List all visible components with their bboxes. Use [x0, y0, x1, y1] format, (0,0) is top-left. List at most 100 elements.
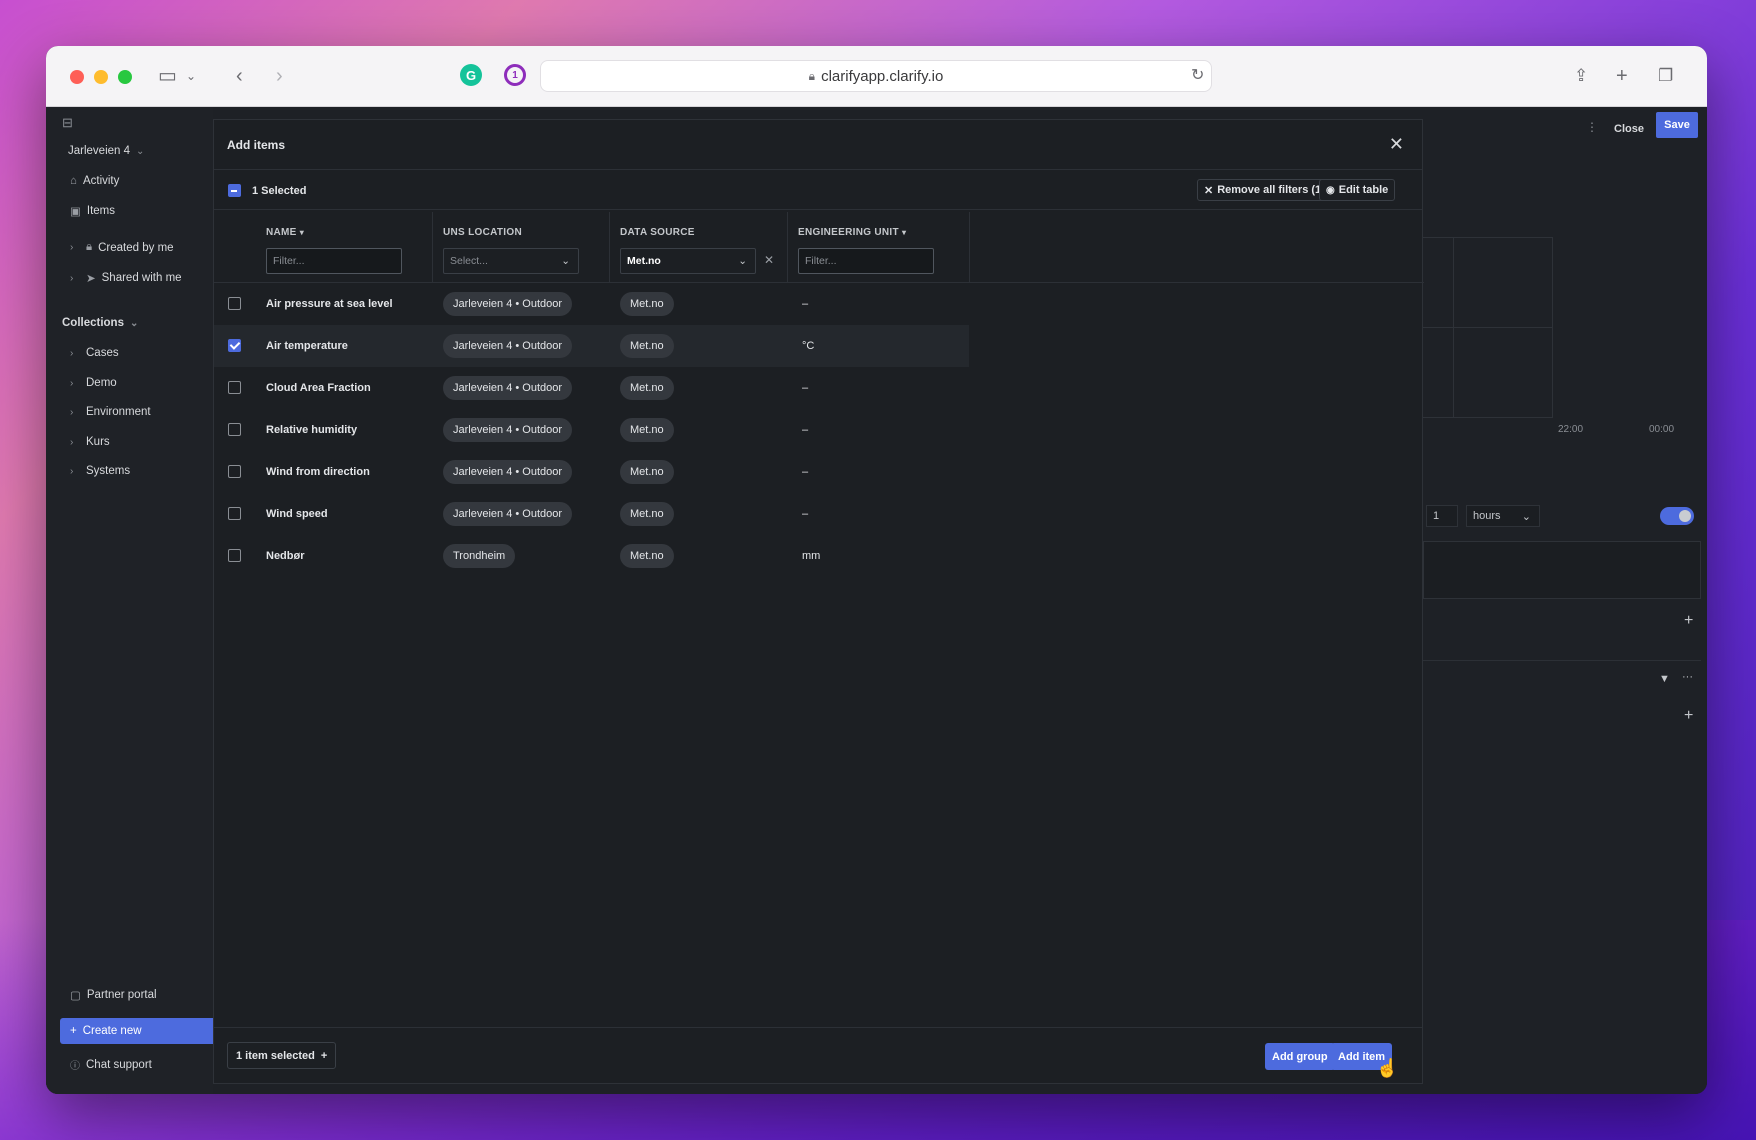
- interval-value-input[interactable]: 1: [1426, 505, 1458, 527]
- share-icon[interactable]: ⇪: [1574, 64, 1588, 88]
- select-all-checkbox[interactable]: [228, 184, 241, 197]
- item-name[interactable]: Air pressure at sea level: [266, 298, 393, 310]
- reload-icon[interactable]: ↻: [1191, 64, 1204, 88]
- remove-filters-label: Remove all filters (1): [1217, 184, 1325, 196]
- plus-icon: +: [320, 1049, 328, 1062]
- pointer-cursor-icon: ☝: [1376, 1058, 1399, 1078]
- back-icon[interactable]: ‹: [236, 64, 243, 88]
- row-checkbox[interactable]: [228, 465, 241, 478]
- sidebar-item-shared-with-me[interactable]: › ➤ Shared with me: [70, 271, 182, 285]
- minimize-window-button[interactable]: [94, 70, 108, 84]
- sidebar: ⊟ Jarleveien 4 ⌄ ⌂ Activity ▣ Items › 🔒︎…: [46, 107, 213, 1094]
- row-checkbox[interactable]: [228, 339, 241, 352]
- add-icon[interactable]: +: [1684, 707, 1693, 725]
- clear-filter-icon[interactable]: ✕: [764, 253, 774, 267]
- zoom-window-button[interactable]: [118, 70, 132, 84]
- item-name[interactable]: Air temperature: [266, 340, 348, 352]
- more-options-icon[interactable]: ···: [1682, 671, 1693, 683]
- chat-support-link[interactable]: ⓘ Chat support: [70, 1057, 152, 1073]
- engineering-unit: –: [802, 508, 809, 520]
- filter-icon[interactable]: ▼: [1659, 673, 1670, 685]
- password-manager-extension-icon[interactable]: 1: [504, 64, 526, 86]
- lock-icon: 🔒︎: [86, 241, 93, 253]
- home-icon: ⌂: [70, 175, 77, 187]
- column-header-uns-location[interactable]: UNS LOCATION: [443, 227, 522, 238]
- collections-label: Collections: [62, 317, 124, 329]
- collection-item[interactable]: › Kurs: [70, 436, 110, 448]
- column-separator: [787, 212, 788, 282]
- grammarly-extension-icon[interactable]: G: [460, 64, 482, 86]
- row-checkbox[interactable]: [228, 423, 241, 436]
- column-header-name[interactable]: NAME ▾: [266, 227, 304, 238]
- tab-overview-icon[interactable]: ❐: [1658, 64, 1673, 88]
- item-name[interactable]: Wind speed: [266, 508, 328, 520]
- location-select[interactable]: Select... ⌄: [443, 248, 579, 274]
- chevron-right-icon: ›: [70, 465, 74, 477]
- column-header-label: UNS LOCATION: [443, 227, 522, 238]
- collection-label: Systems: [86, 465, 131, 477]
- close-icon[interactable]: ✕: [1389, 134, 1404, 155]
- background-save-button[interactable]: Save: [1656, 112, 1698, 138]
- collection-item[interactable]: › Demo: [70, 377, 117, 389]
- chevron-right-icon: ›: [70, 436, 74, 448]
- sidebar-toggle-icon[interactable]: ▭: [158, 64, 177, 88]
- add-group-button[interactable]: Add group: [1265, 1043, 1335, 1070]
- location-chip: Trondheim: [443, 544, 516, 568]
- new-tab-icon[interactable]: +: [1616, 64, 1628, 88]
- item-name[interactable]: Cloud Area Fraction: [266, 382, 371, 394]
- data-source-chip: Met.no: [620, 292, 674, 316]
- chat-support-label: Chat support: [86, 1058, 152, 1071]
- unit-filter-input[interactable]: Filter...: [798, 248, 934, 274]
- partner-portal-link[interactable]: ▢ Partner portal: [70, 988, 157, 1002]
- table-row[interactable]: Wind from direction Jarleveien 4 • Outdoo…: [214, 451, 969, 493]
- table-row[interactable]: Cloud Area Fraction Jarleveien 4 • Outdoo…: [214, 367, 969, 409]
- item-name[interactable]: Wind from direction: [266, 466, 370, 478]
- name-filter-input[interactable]: Filter...: [266, 248, 402, 274]
- remove-all-filters-button[interactable]: ✕ Remove all filters (1): [1197, 179, 1332, 201]
- background-toggle[interactable]: [1660, 507, 1694, 525]
- address-bar[interactable]: 🔒︎ clarifyapp.clarify.io: [540, 60, 1212, 92]
- location-chip: Jarleveien 4 • Outdoor: [443, 418, 573, 442]
- background-close-button[interactable]: Close: [1614, 123, 1644, 135]
- interval-unit-select[interactable]: hours ⌄: [1466, 505, 1540, 527]
- column-header-data-source[interactable]: DATA SOURCE: [620, 227, 695, 238]
- chevron-down-icon[interactable]: ⌄: [186, 64, 196, 88]
- row-checkbox[interactable]: [228, 549, 241, 562]
- info-icon: ⓘ: [70, 1061, 80, 1072]
- dialog-footer: 1 item selected +: [214, 1027, 1422, 1083]
- table-row[interactable]: Air pressure at sea level Jarleveien 4 • …: [214, 283, 969, 325]
- engineering-unit: –: [802, 382, 809, 394]
- row-checkbox[interactable]: [228, 297, 241, 310]
- more-options-icon[interactable]: ⋮: [1586, 120, 1598, 134]
- sidebar-item-created-by-me[interactable]: › 🔒︎ Created by me: [70, 241, 174, 254]
- collection-item[interactable]: › Systems: [70, 465, 130, 477]
- close-window-button[interactable]: [70, 70, 84, 84]
- item-selected-button[interactable]: 1 item selected +: [227, 1042, 337, 1069]
- collection-item[interactable]: › Environment: [70, 406, 151, 418]
- background-text-area[interactable]: [1423, 541, 1701, 599]
- edit-table-button[interactable]: ◉ Edit table: [1319, 179, 1396, 201]
- table-row[interactable]: Relative humidity Jarleveien 4 • Outdoor M…: [214, 409, 969, 451]
- table-row[interactable]: Air temperature Jarleveien 4 • Outdoor Met…: [214, 325, 969, 367]
- chevron-down-icon: ⌄: [129, 317, 139, 329]
- collection-item[interactable]: › Cases: [70, 347, 119, 359]
- collections-header[interactable]: Collections ⌄: [62, 317, 140, 329]
- add-icon[interactable]: +: [1684, 612, 1693, 630]
- data-source-chip: Met.no: [620, 502, 674, 526]
- column-header-engineering-unit[interactable]: ENGINEERING UNIT ▾: [798, 227, 906, 238]
- row-checkbox[interactable]: [228, 507, 241, 520]
- table-row[interactable]: Nedbør Trondheim Met.no mm: [214, 535, 969, 577]
- item-name[interactable]: Relative humidity: [266, 424, 357, 436]
- sidebar-item-activity[interactable]: ⌂ Activity: [70, 175, 119, 187]
- org-switcher[interactable]: Jarleveien 4 ⌄: [68, 145, 146, 157]
- forward-icon[interactable]: ›: [276, 64, 283, 88]
- sidebar-item-items[interactable]: ▣ Items: [70, 204, 115, 218]
- data-source-select[interactable]: Met.no ⌄: [620, 248, 756, 274]
- table-row[interactable]: Wind speed Jarleveien 4 • Outdoor Met.no –: [214, 493, 969, 535]
- create-new-button[interactable]: + Create new: [60, 1018, 213, 1044]
- row-checkbox[interactable]: [228, 381, 241, 394]
- url-text: clarifyapp.clarify.io: [821, 67, 944, 85]
- chevron-down-icon: ⌄: [1521, 510, 1531, 523]
- item-name[interactable]: Nedbør: [266, 550, 305, 562]
- collapse-sidebar-icon[interactable]: ⊟: [62, 115, 73, 131]
